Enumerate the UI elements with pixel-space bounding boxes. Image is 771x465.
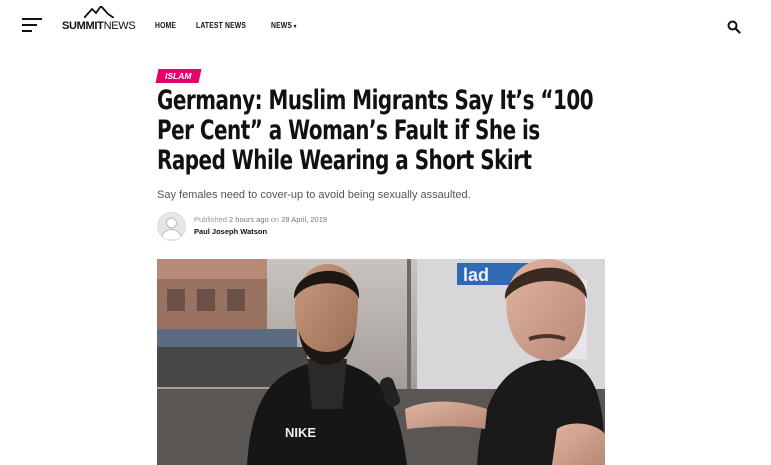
logo-wordmark: SUMMITNEWS xyxy=(62,20,136,32)
nav-home[interactable]: HOME xyxy=(155,21,176,30)
menu-icon[interactable] xyxy=(22,17,42,33)
article-title: Germany: Muslim Migrants Say It’s “100 P… xyxy=(157,85,594,176)
main-nav: HOME LATEST NEWS NEWS ▾ xyxy=(155,21,317,30)
avatar-placeholder-icon xyxy=(160,217,183,240)
category-label: ISLAM xyxy=(165,71,192,81)
logo-summit: SUMMIT xyxy=(62,20,104,32)
author-link[interactable]: Paul Joseph Watson xyxy=(194,227,267,236)
article-subtitle: Say females need to cover-up to avoid be… xyxy=(157,189,471,201)
nav-news-label: NEWS xyxy=(270,21,292,30)
on-label: on xyxy=(270,215,280,224)
svg-text:NIKE: NIKE xyxy=(285,425,316,440)
site-logo[interactable]: SUMMITNEWS xyxy=(62,6,138,36)
search-icon[interactable] xyxy=(727,20,741,34)
time-ago: 2 hours ago xyxy=(229,215,269,224)
nav-latest-news[interactable]: LATEST NEWS xyxy=(196,21,246,30)
logo-news: NEWS xyxy=(103,20,136,32)
category-tag[interactable]: ISLAM xyxy=(155,66,202,83)
hero-video-image[interactable]: lad NIKE xyxy=(157,259,605,465)
mountain-logo-icon xyxy=(84,6,114,18)
site-header: SUMMITNEWS HOME LATEST NEWS NEWS ▾ xyxy=(0,0,771,54)
chevron-down-icon: ▾ xyxy=(293,24,297,30)
published-label: Published xyxy=(194,215,227,224)
hero-image-illustration: lad NIKE xyxy=(157,259,605,465)
publish-date: 28 April, 2019 xyxy=(281,215,328,224)
avatar[interactable] xyxy=(157,212,186,241)
publish-meta: Published 2 hours ago on 28 April, 2019 xyxy=(194,215,327,224)
svg-text:lad: lad xyxy=(463,265,489,285)
nav-news[interactable]: NEWS ▾ xyxy=(271,21,297,30)
